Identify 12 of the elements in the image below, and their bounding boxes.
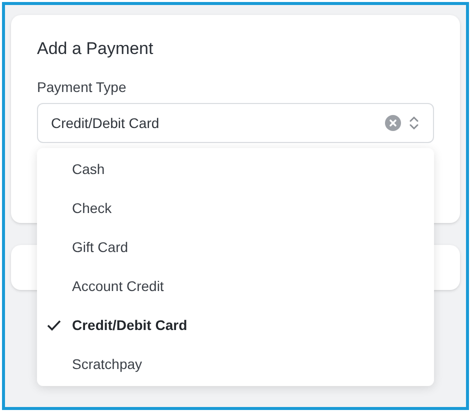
card-title: Add a Payment	[37, 38, 154, 60]
dropdown-option[interactable]: Account Credit	[37, 267, 434, 306]
chevron-up-down-icon[interactable]	[409, 115, 419, 131]
dropdown-option[interactable]: Credit/Debit Card	[37, 306, 434, 345]
dropdown-option[interactable]: Gift Card	[37, 228, 434, 267]
checkmark-icon	[47, 320, 61, 331]
dropdown-option[interactable]: Scratchpay	[37, 345, 434, 384]
dropdown-option[interactable]: Check	[37, 189, 434, 228]
field-label: Payment Type	[37, 78, 128, 97]
clear-icon[interactable]	[385, 115, 401, 131]
payment-type-select[interactable]: Credit/Debit Card	[37, 103, 434, 143]
dropdown-option[interactable]: Cash	[37, 150, 434, 189]
